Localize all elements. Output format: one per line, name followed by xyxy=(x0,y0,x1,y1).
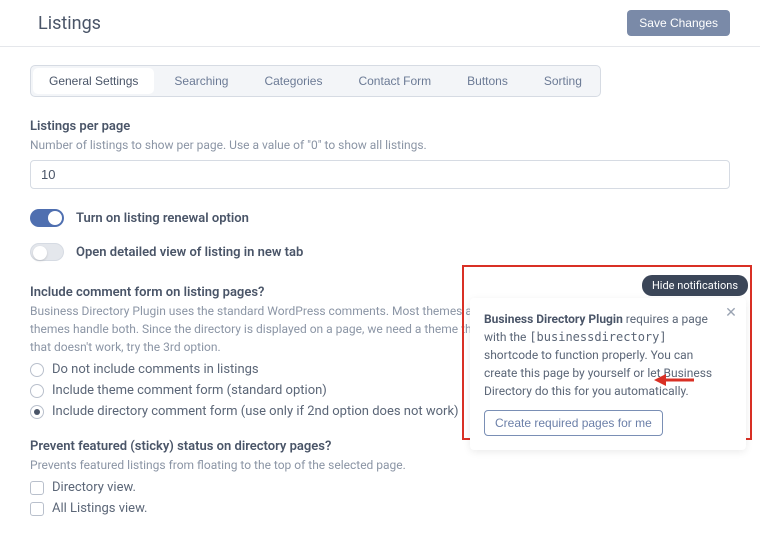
tab-searching[interactable]: Searching xyxy=(156,66,246,96)
annotation-arrow-icon xyxy=(654,370,694,390)
tab-categories[interactable]: Categories xyxy=(246,66,340,96)
comment-option-1-radio[interactable] xyxy=(30,363,44,377)
sticky-all-listings-checkbox[interactable] xyxy=(30,502,44,516)
newtab-toggle-label: Open detailed view of listing in new tab xyxy=(76,245,303,260)
save-changes-button[interactable]: Save Changes xyxy=(627,10,730,36)
notification-card: ✕ Business Directory Plugin requires a p… xyxy=(470,298,746,450)
renewal-toggle-label: Turn on listing renewal option xyxy=(76,211,249,226)
hide-notifications-button[interactable]: Hide notifications xyxy=(642,275,748,296)
sticky-directory-label: Directory view. xyxy=(52,480,136,495)
comment-option-3-radio[interactable] xyxy=(30,405,44,419)
settings-tabs: General Settings Searching Categories Co… xyxy=(30,65,601,97)
tab-buttons[interactable]: Buttons xyxy=(449,66,526,96)
create-pages-button[interactable]: Create required pages for me xyxy=(484,410,663,436)
comment-option-2-radio[interactable] xyxy=(30,384,44,398)
tab-general-settings[interactable]: General Settings xyxy=(33,68,154,94)
page-title: Listings xyxy=(38,13,101,34)
tab-contact-form[interactable]: Contact Form xyxy=(340,66,449,96)
comment-option-3-label: Include directory comment form (use only… xyxy=(52,404,459,419)
sticky-all-listings-label: All Listings view. xyxy=(52,501,148,516)
sticky-directory-checkbox[interactable] xyxy=(30,481,44,495)
comment-option-1-label: Do not include comments in listings xyxy=(52,362,259,377)
listings-per-page-label: Listings per page xyxy=(30,119,730,134)
listings-per-page-input[interactable] xyxy=(30,160,730,189)
comment-option-2-label: Include theme comment form (standard opt… xyxy=(52,383,327,398)
sticky-desc: Prevents featured listings from floating… xyxy=(30,456,730,474)
close-icon[interactable]: ✕ xyxy=(724,306,738,320)
listings-per-page-desc: Number of listings to show per page. Use… xyxy=(30,136,730,154)
newtab-toggle[interactable] xyxy=(30,243,64,261)
tab-sorting[interactable]: Sorting xyxy=(526,66,600,96)
renewal-toggle[interactable] xyxy=(30,209,64,227)
